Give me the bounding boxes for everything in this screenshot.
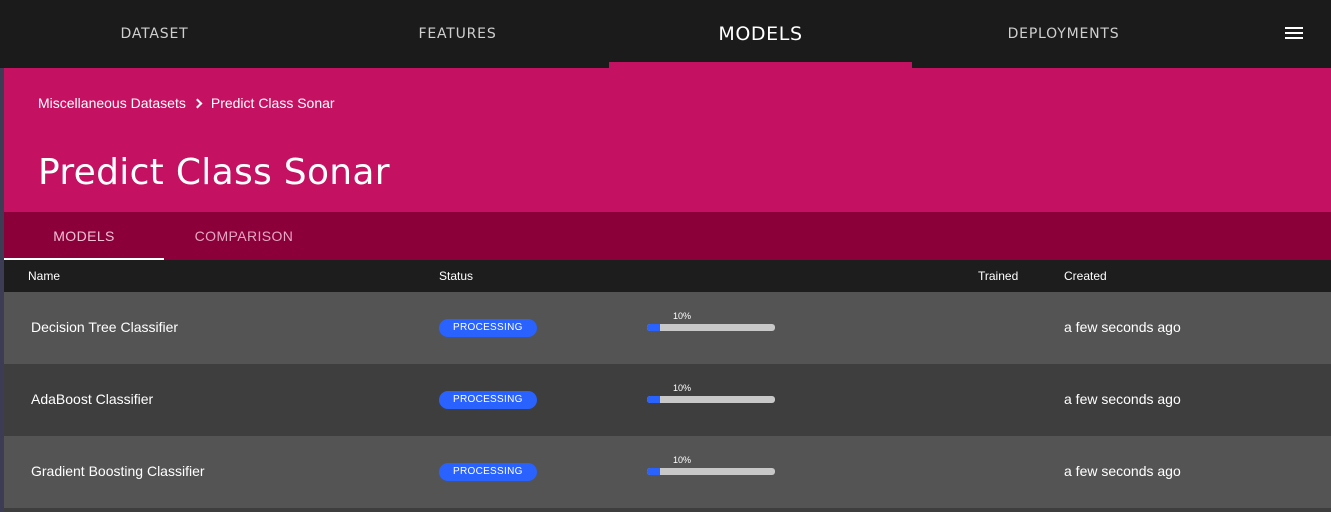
progress-label: 10%: [673, 455, 692, 465]
model-name: AdaBoost Classifier: [31, 391, 154, 407]
status-badge: PROCESSING: [439, 391, 537, 409]
tab-comparison[interactable]: COMPARISON: [164, 212, 324, 260]
hamburger-menu-icon[interactable]: [1283, 24, 1305, 42]
column-header-status[interactable]: Status: [439, 269, 473, 283]
progress-fill: [647, 468, 660, 475]
nav-features[interactable]: FEATURES: [306, 0, 609, 68]
status-badge: PROCESSING: [439, 319, 537, 337]
table-row[interactable]: AdaBoost Classifier PROCESSING 10% a few…: [4, 364, 1331, 436]
sub-tabs: MODELS COMPARISON: [4, 212, 1331, 260]
breadcrumb-item-current[interactable]: Predict Class Sonar: [211, 95, 335, 111]
nav-deployments[interactable]: DEPLOYMENTS: [912, 0, 1215, 68]
progress-fill: [647, 324, 660, 331]
progress-label: 10%: [673, 311, 692, 321]
breadcrumb: Miscellaneous Datasets Predict Class Son…: [38, 95, 335, 111]
breadcrumb-item-dataset-group[interactable]: Miscellaneous Datasets: [38, 95, 186, 111]
progress-bar: [647, 324, 775, 331]
top-nav: DATASET FEATURES MODELS DEPLOYMENTS: [0, 0, 1331, 68]
page-title: Predict Class Sonar: [38, 152, 390, 193]
progress-label: 10%: [673, 383, 692, 393]
progress-bar: [647, 396, 775, 403]
created-time: a few seconds ago: [1064, 391, 1181, 407]
table-header: Name Status Trained Created: [4, 260, 1331, 292]
model-name: Gradient Boosting Classifier: [31, 463, 205, 479]
nav-dataset[interactable]: DATASET: [3, 0, 306, 68]
column-header-created[interactable]: Created: [1064, 269, 1107, 283]
column-header-trained[interactable]: Trained: [978, 269, 1018, 283]
table-bottom-edge: [4, 508, 1331, 512]
model-name: Decision Tree Classifier: [31, 319, 179, 335]
status-badge: PROCESSING: [439, 463, 537, 481]
table-row[interactable]: Decision Tree Classifier PROCESSING 10% …: [4, 292, 1331, 364]
table-row[interactable]: Gradient Boosting Classifier PROCESSING …: [4, 436, 1331, 508]
nav-models[interactable]: MODELS: [609, 0, 912, 68]
created-time: a few seconds ago: [1064, 463, 1181, 479]
column-header-name[interactable]: Name: [28, 269, 60, 283]
created-time: a few seconds ago: [1064, 319, 1181, 335]
progress-fill: [647, 396, 660, 403]
progress-bar: [647, 468, 775, 475]
tab-models[interactable]: MODELS: [4, 212, 164, 260]
chevron-right-icon: [192, 98, 203, 108]
page-header: Miscellaneous Datasets Predict Class Son…: [4, 68, 1331, 212]
